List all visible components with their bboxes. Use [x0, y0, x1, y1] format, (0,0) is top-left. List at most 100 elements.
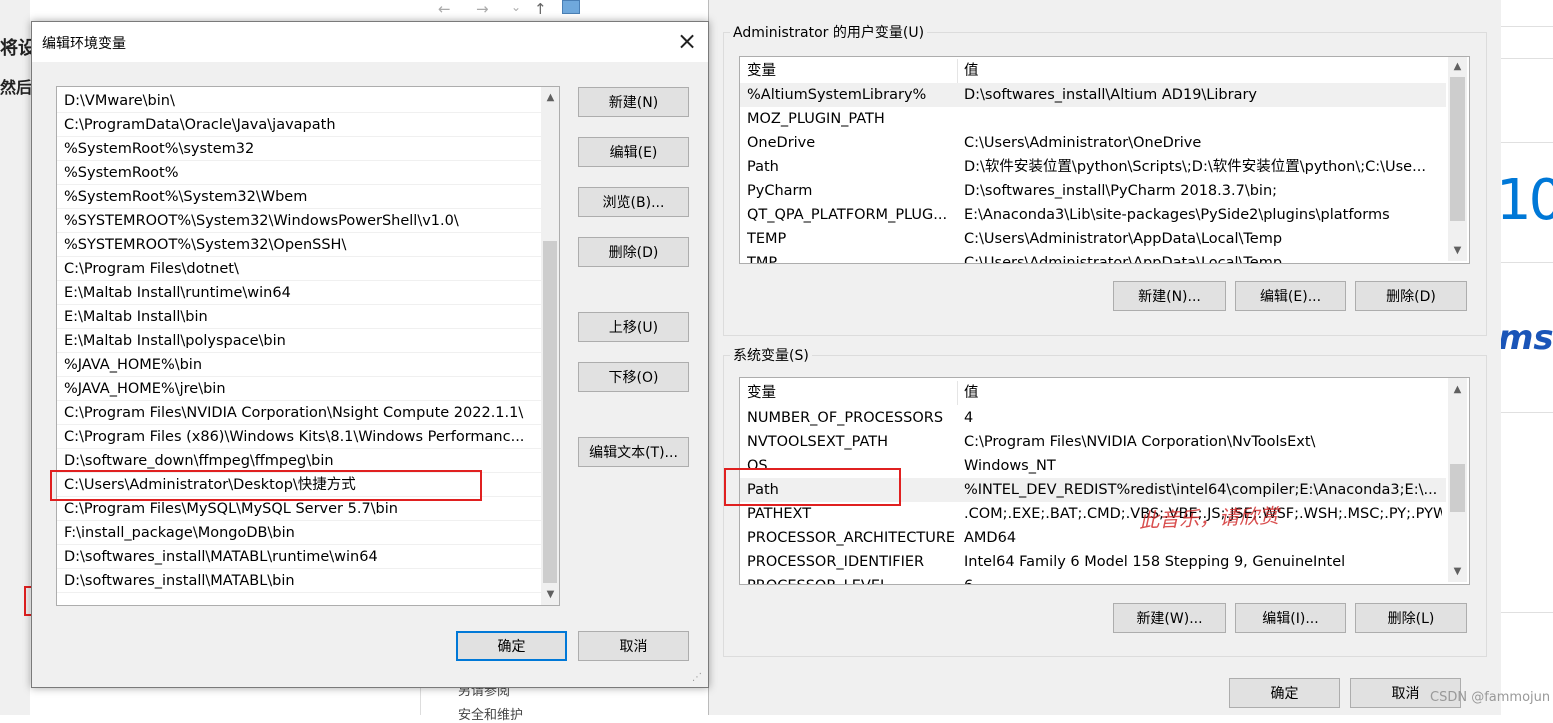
list-item[interactable]: QT_QPA_PLATFORM_PLUG... E:\Anaconda3\Lib…: [740, 203, 1446, 227]
divider: [1500, 412, 1553, 413]
variable-value: E:\Anaconda3\Lib\site-packages\PySide2\p…: [964, 207, 1390, 223]
list-header[interactable]: 变量 值: [740, 59, 1446, 83]
list-item[interactable]: C:\Program Files\dotnet\: [57, 257, 541, 281]
list-item[interactable]: %SYSTEMROOT%\System32\WindowsPowerShell\…: [57, 209, 541, 233]
list-item[interactable]: F:\install_package\MongoDB\bin: [57, 521, 541, 545]
history-dropdown-icon[interactable]: ⌄: [511, 0, 521, 14]
forward-arrow-icon[interactable]: →: [476, 0, 489, 18]
system-delete-button[interactable]: 删除(L): [1355, 603, 1467, 633]
user-variables-list[interactable]: 变量 值 %AltiumSystemLibrary% D:\softwares_…: [739, 56, 1470, 264]
column-header-value[interactable]: 值: [964, 381, 1442, 405]
delete-button[interactable]: 删除(D): [578, 237, 689, 267]
list-item[interactable]: NUMBER_OF_PROCESSORS 4: [740, 406, 1446, 430]
ok-button[interactable]: 确定: [456, 631, 567, 661]
list-item[interactable]: TEMP C:\Users\Administrator\AppData\Loca…: [740, 227, 1446, 251]
scroll-down-icon[interactable]: ▼: [1449, 563, 1466, 580]
list-item[interactable]: MOZ_PLUGIN_PATH: [740, 107, 1446, 131]
list-item[interactable]: %SYSTEMROOT%\System32\OpenSSH\: [57, 233, 541, 257]
list-item[interactable]: NVTOOLSEXT_PATH C:\Program Files\NVIDIA …: [740, 430, 1446, 454]
list-item[interactable]: E:\Maltab Install\polyspace\bin: [57, 329, 541, 353]
scrollbar-thumb[interactable]: [543, 241, 557, 583]
windows10-logo: 10: [1496, 168, 1553, 233]
list-item[interactable]: C:\Program Files (x86)\Windows Kits\8.1\…: [57, 425, 541, 449]
browse-button[interactable]: 浏览(B)...: [578, 187, 689, 217]
list-item[interactable]: D:\VMware\bin\: [57, 89, 541, 113]
list-item[interactable]: OneDrive C:\Users\Administrator\OneDrive: [740, 131, 1446, 155]
divider: [1500, 262, 1553, 263]
variable-name: %AltiumSystemLibrary%: [747, 87, 927, 103]
column-separator[interactable]: [957, 381, 958, 405]
variable-value: C:\Users\Administrator\OneDrive: [964, 135, 1202, 151]
divider: [1500, 26, 1553, 27]
edit-text-button[interactable]: 编辑文本(T)...: [578, 437, 689, 467]
edit-button[interactable]: 编辑(E): [578, 137, 689, 167]
back-arrow-icon[interactable]: ←: [438, 0, 451, 18]
vertical-scrollbar[interactable]: ▲ ▼: [1448, 57, 1467, 261]
column-header-value[interactable]: 值: [964, 59, 1442, 83]
variable-name: NUMBER_OF_PROCESSORS: [747, 410, 944, 426]
variable-value: C:\Program Files\NVIDIA Corporation\NvTo…: [964, 434, 1316, 450]
column-separator[interactable]: [957, 59, 958, 83]
list-header[interactable]: 变量 值: [740, 381, 1446, 405]
list-item[interactable]: PyCharm D:\softwares_install\PyCharm 201…: [740, 179, 1446, 203]
scroll-up-icon[interactable]: ▲: [1449, 381, 1466, 398]
background-text: 然后: [0, 78, 33, 97]
path-entries-list[interactable]: D:\VMware\bin\ C:\ProgramData\Oracle\Jav…: [56, 86, 560, 606]
variable-value: D:\softwares_install\Altium AD19\Library: [964, 87, 1258, 103]
list-item[interactable]: %SystemRoot%\system32: [57, 137, 541, 161]
list-item[interactable]: %AltiumSystemLibrary% D:\softwares_insta…: [740, 83, 1446, 107]
system-variables-label: 系统变量(S): [730, 345, 812, 365]
divider: [1500, 142, 1553, 143]
list-item[interactable]: PROCESSOR_IDENTIFIER Intel64 Family 6 Mo…: [740, 550, 1446, 574]
column-header-variable[interactable]: 变量: [747, 59, 957, 83]
scroll-down-icon[interactable]: ▼: [1449, 242, 1466, 259]
list-item[interactable]: TMP C:\Users\Administrator\AppData\Local…: [740, 251, 1446, 263]
vertical-scrollbar[interactable]: ▲ ▼: [541, 87, 559, 605]
list-item[interactable]: C:\Program Files\NVIDIA Corporation\Nsig…: [57, 401, 541, 425]
scroll-up-icon[interactable]: ▲: [542, 89, 559, 106]
variable-name: PROCESSOR_LEVEL: [747, 574, 957, 584]
variable-name: PROCESSOR_ARCHITECTURE: [747, 530, 956, 546]
list-item[interactable]: E:\Maltab Install\bin: [57, 305, 541, 329]
list-item[interactable]: C:\ProgramData\Oracle\Java\javapath: [57, 113, 541, 137]
system-edit-button[interactable]: 编辑(I)...: [1235, 603, 1346, 633]
variable-name: QT_QPA_PLATFORM_PLUG...: [747, 207, 948, 223]
list-item[interactable]: D:\softwares_install\MATABL\runtime\win6…: [57, 545, 541, 569]
list-item[interactable]: D:\softwares_install\MATABL\bin: [57, 569, 541, 593]
new-button[interactable]: 新建(N): [578, 87, 689, 117]
env-ok-button[interactable]: 确定: [1229, 678, 1340, 708]
background-link[interactable]: 安全和维护: [458, 704, 523, 723]
variable-name: PROCESSOR_IDENTIFIER: [747, 554, 925, 570]
scrollbar-thumb[interactable]: [1450, 464, 1465, 512]
close-icon[interactable]: ×: [672, 26, 702, 56]
user-delete-button[interactable]: 删除(D): [1355, 281, 1467, 311]
scroll-up-icon[interactable]: ▲: [1449, 58, 1466, 75]
list-item[interactable]: %JAVA_HOME%\jre\bin: [57, 377, 541, 401]
user-new-button[interactable]: 新建(N)...: [1113, 281, 1226, 311]
list-item[interactable]: PROCESSOR_ARCHITECTURE AMD64: [740, 526, 1446, 550]
resize-grip-icon[interactable]: ⋰: [692, 672, 702, 683]
vertical-scrollbar[interactable]: ▲ ▼: [1448, 378, 1467, 582]
list-item[interactable]: %JAVA_HOME%\bin: [57, 353, 541, 377]
list-item[interactable]: %SystemRoot%\System32\Wbem: [57, 185, 541, 209]
title-bar[interactable]: [32, 22, 708, 62]
system-new-button[interactable]: 新建(W)...: [1113, 603, 1226, 633]
move-up-button[interactable]: 上移(U): [578, 312, 689, 342]
variable-name: NVTOOLSEXT_PATH: [747, 434, 889, 450]
list-item[interactable]: E:\Maltab Install\runtime\win64: [57, 281, 541, 305]
scrollbar-thumb[interactable]: [1450, 77, 1465, 221]
column-header-variable[interactable]: 变量: [747, 381, 957, 405]
scroll-down-icon[interactable]: ▼: [542, 586, 559, 603]
list-item[interactable]: %SystemRoot%: [57, 161, 541, 185]
variable-value: D:\softwares_install\PyCharm 2018.3.7\bi…: [964, 183, 1278, 199]
variable-value: D:\软件安装位置\python\Scripts\;D:\软件安装位置\pyth…: [964, 159, 1426, 175]
list-item[interactable]: PROCESSOR_LEVEL 6: [740, 574, 1446, 584]
variable-name: TEMP: [747, 231, 787, 247]
up-arrow-icon[interactable]: ↑: [534, 0, 547, 18]
user-edit-button[interactable]: 编辑(E)...: [1235, 281, 1346, 311]
environment-variables-dialog: Administrator 的用户变量(U) 变量 值 %AltiumSyste…: [708, 0, 1501, 715]
move-down-button[interactable]: 下移(O): [578, 362, 689, 392]
cancel-button[interactable]: 取消: [578, 631, 689, 661]
highlight-box: [50, 470, 482, 501]
list-item[interactable]: Path D:\软件安装位置\python\Scripts\;D:\软件安装位置…: [740, 155, 1446, 179]
